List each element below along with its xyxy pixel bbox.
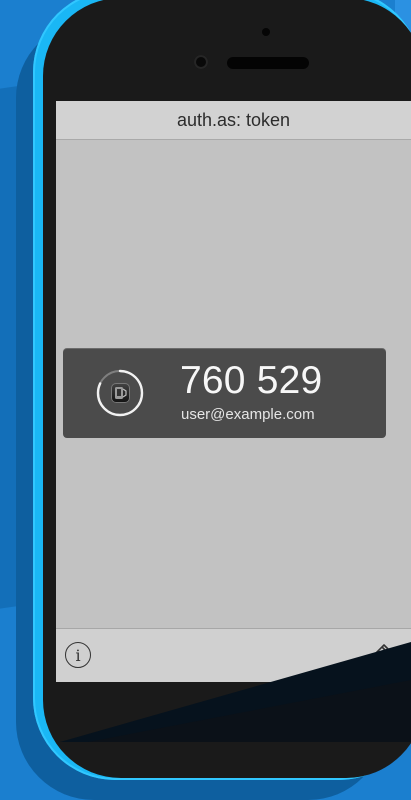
token-card[interactable]: 760 529 user@example.com — [63, 348, 386, 438]
navigation-bar: auth.as: token — [56, 101, 411, 140]
app-icon — [115, 387, 127, 399]
app-screen: auth.as: token 760 529 user@example.com … — [56, 101, 411, 682]
account-email: user@example.com — [181, 406, 315, 423]
speaker — [227, 57, 309, 69]
pencil-icon[interactable] — [365, 641, 393, 669]
proximity-sensor — [262, 28, 270, 36]
camera — [194, 55, 208, 69]
app-icon — [111, 383, 130, 403]
page-title: auth.as: token — [176, 109, 291, 130]
info-icon: i — [75, 645, 81, 665]
info-button[interactable]: i — [65, 642, 91, 668]
token-code: 760 529 — [180, 359, 323, 402]
bottom-toolbar: i — [56, 628, 411, 682]
